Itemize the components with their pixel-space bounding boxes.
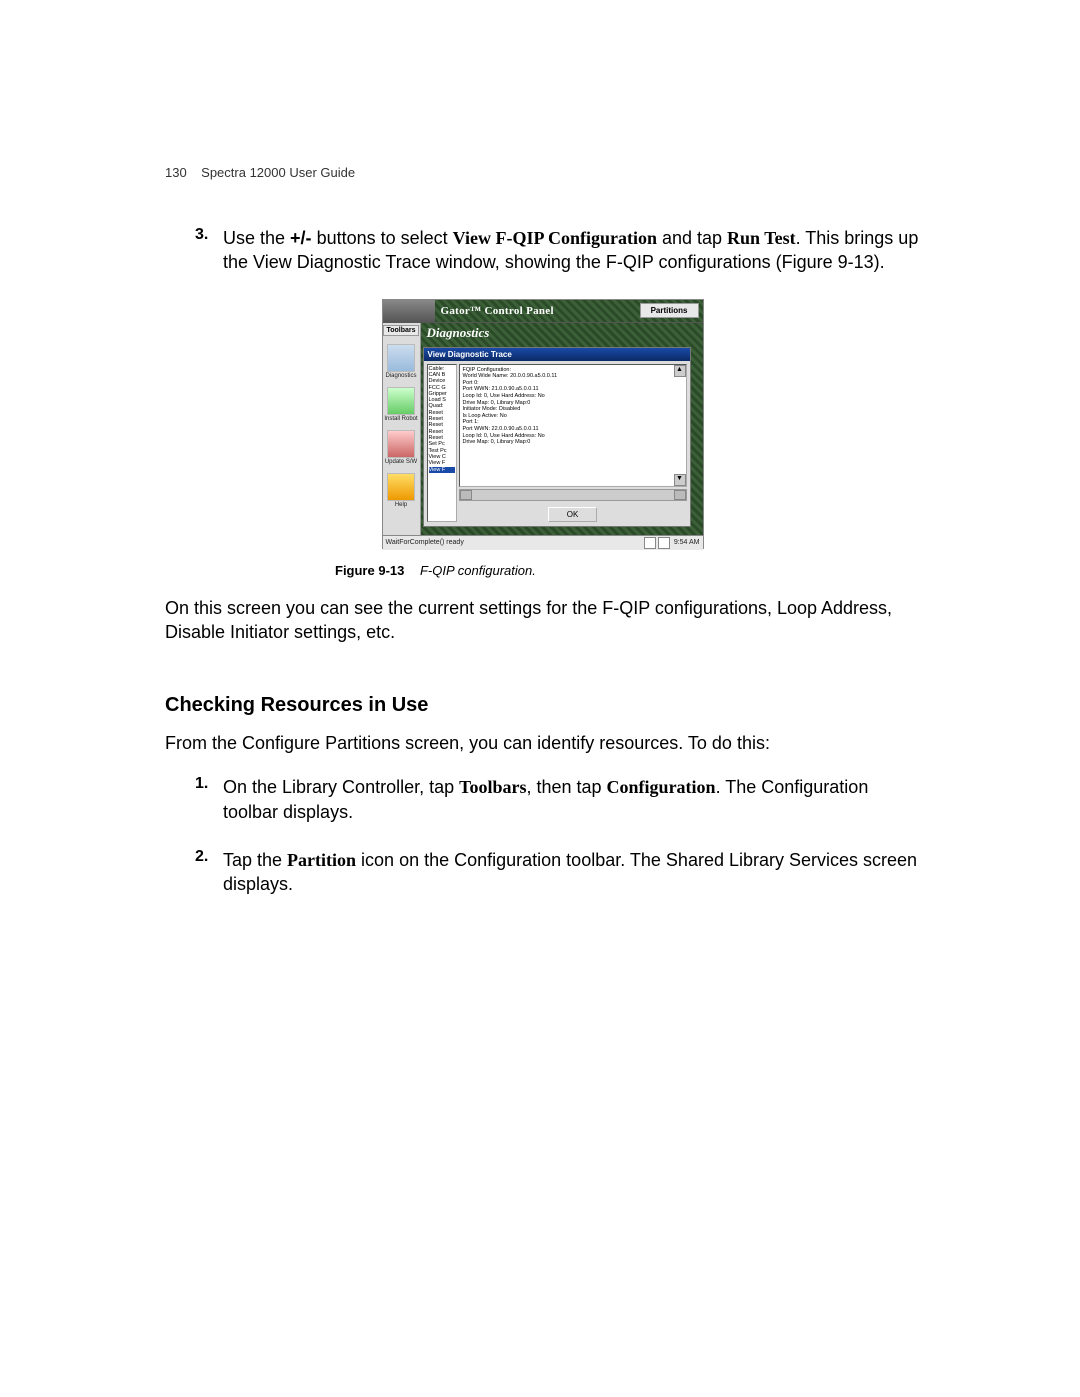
status-bar: WaitForComplete() ready 9:54 AM [383, 535, 703, 550]
tray-icon[interactable] [658, 537, 670, 549]
trace-line: Port WWN: 21.0.0.90.a5.0.0.11 [463, 386, 683, 393]
scroll-down-button[interactable]: ▼ [674, 474, 686, 486]
ok-button[interactable]: OK [548, 507, 598, 522]
test-list[interactable]: Cable: CAN B Device FCC G Gripper Load S… [427, 364, 457, 522]
trace-output[interactable]: ▲ FQIP Configuration: World Wide Name: 2… [459, 364, 687, 487]
window-titlebar: Gator™ Control Panel Partitions [383, 300, 703, 323]
ui-ref-partition: Partition [287, 850, 356, 870]
install-robot-label: Install Robot [384, 416, 417, 422]
diagnostics-label: Diagnostics [385, 373, 416, 379]
view-diagnostic-trace-dialog: View Diagnostic Trace Cable: CAN B Devic… [423, 347, 691, 527]
text: Use the [223, 228, 290, 248]
update-sw-label: Update S/W [385, 459, 417, 465]
logo-area [383, 300, 435, 322]
window-title: Gator™ Control Panel [441, 305, 640, 317]
step-number: 1. [195, 775, 223, 824]
trace-line: World Wide Name: 20.0.0.90.a5.0.0.11 [463, 373, 683, 380]
ui-ref-configuration: Configuration [607, 777, 716, 797]
trace-line: Drive Map: 0, Library Map:0 [463, 439, 683, 446]
step-number: 2. [195, 848, 223, 897]
section-heading: Checking Resources in Use [165, 694, 920, 717]
doc-title: Spectra 12000 User Guide [201, 165, 355, 180]
text: and tap [657, 228, 727, 248]
trace-line: Port 0: [463, 380, 683, 387]
list-item-selected[interactable]: View F [429, 467, 455, 473]
figure-9-13: Gator™ Control Panel Partitions Toolbars… [165, 299, 920, 578]
trace-line: Port 1: [463, 419, 683, 426]
ui-ref-run-test: Run Test [727, 228, 796, 248]
partitions-button[interactable]: Partitions [640, 303, 699, 318]
scroll-up-button[interactable]: ▲ [674, 365, 686, 377]
dialog-body: Cable: CAN B Device FCC G Gripper Load S… [424, 361, 690, 525]
step-number: 3. [195, 226, 223, 275]
trace-line: Loop Id: 0, Use Hard Address: No [463, 433, 683, 440]
install-robot-icon[interactable] [387, 387, 415, 415]
text: Tap the [223, 850, 287, 870]
page-header: 130 Spectra 12000 User Guide [165, 165, 920, 180]
paragraph: From the Configure Partitions screen, yo… [165, 731, 920, 755]
trace-pane: ▲ FQIP Configuration: World Wide Name: 2… [459, 364, 687, 522]
diagnostics-banner-text: Diagnostics [427, 325, 490, 341]
page-number: 130 [165, 165, 187, 180]
figure-caption: Figure 9-13 F-QIP configuration. [165, 563, 920, 578]
plus-minus-label: +/- [290, 228, 312, 248]
step-text: Tap the Partition icon on the Configurat… [223, 848, 920, 897]
dialog-title: View Diagnostic Trace [424, 348, 690, 361]
text: On the Library Controller, tap [223, 777, 459, 797]
help-icon[interactable] [387, 473, 415, 501]
step-2: 2. Tap the Partition icon on the Configu… [195, 848, 920, 897]
toolbars-button[interactable]: Toolbars [383, 325, 419, 336]
step-text: Use the +/- buttons to select View F-QIP… [223, 226, 920, 275]
trace-line: FQIP Configuration: [463, 367, 683, 374]
trace-line: Is Loop Active: No [463, 413, 683, 420]
figure-label: Figure 9-13 [335, 563, 404, 578]
tray-icon[interactable] [644, 537, 656, 549]
page: 130 Spectra 12000 User Guide 3. Use the … [0, 0, 1080, 1397]
status-text: WaitForComplete() ready [386, 539, 464, 546]
figure-text: F-QIP configuration. [420, 563, 536, 578]
trace-line: Loop Id: 0, Use Hard Address: No [463, 393, 683, 400]
screenshot: Gator™ Control Panel Partitions Toolbars… [382, 299, 704, 549]
window-body: Toolbars Diagnostics Install Robot Updat… [383, 323, 703, 535]
main-area: Diagnostics View Diagnostic Trace Cable:… [421, 323, 703, 535]
trace-line: Port WWN: 22.0.0.90.a5.0.0.11 [463, 426, 683, 433]
paragraph: On this screen you can see the current s… [165, 596, 920, 645]
trace-line: Drive Map: 0, Library Map:0 [463, 400, 683, 407]
update-sw-icon[interactable] [387, 430, 415, 458]
trace-line: Initiator Mode: Disabled [463, 406, 683, 413]
step-1: 1. On the Library Controller, tap Toolba… [195, 775, 920, 824]
diagnostics-icon[interactable] [387, 344, 415, 372]
toolbar-sidebar: Toolbars Diagnostics Install Robot Updat… [383, 323, 421, 535]
text: , then tap [526, 777, 606, 797]
step-3: 3. Use the +/- buttons to select View F-… [195, 226, 920, 275]
help-label: Help [395, 502, 407, 508]
diagnostics-banner: Diagnostics [421, 323, 703, 343]
clock: 9:54 AM [674, 539, 700, 546]
ui-ref-toolbars: Toolbars [459, 777, 526, 797]
horizontal-scrollbar[interactable] [459, 489, 687, 501]
ui-ref-view-fqip: View F-QIP Configuration [453, 228, 657, 248]
text: buttons to select [312, 228, 453, 248]
step-text: On the Library Controller, tap Toolbars,… [223, 775, 920, 824]
